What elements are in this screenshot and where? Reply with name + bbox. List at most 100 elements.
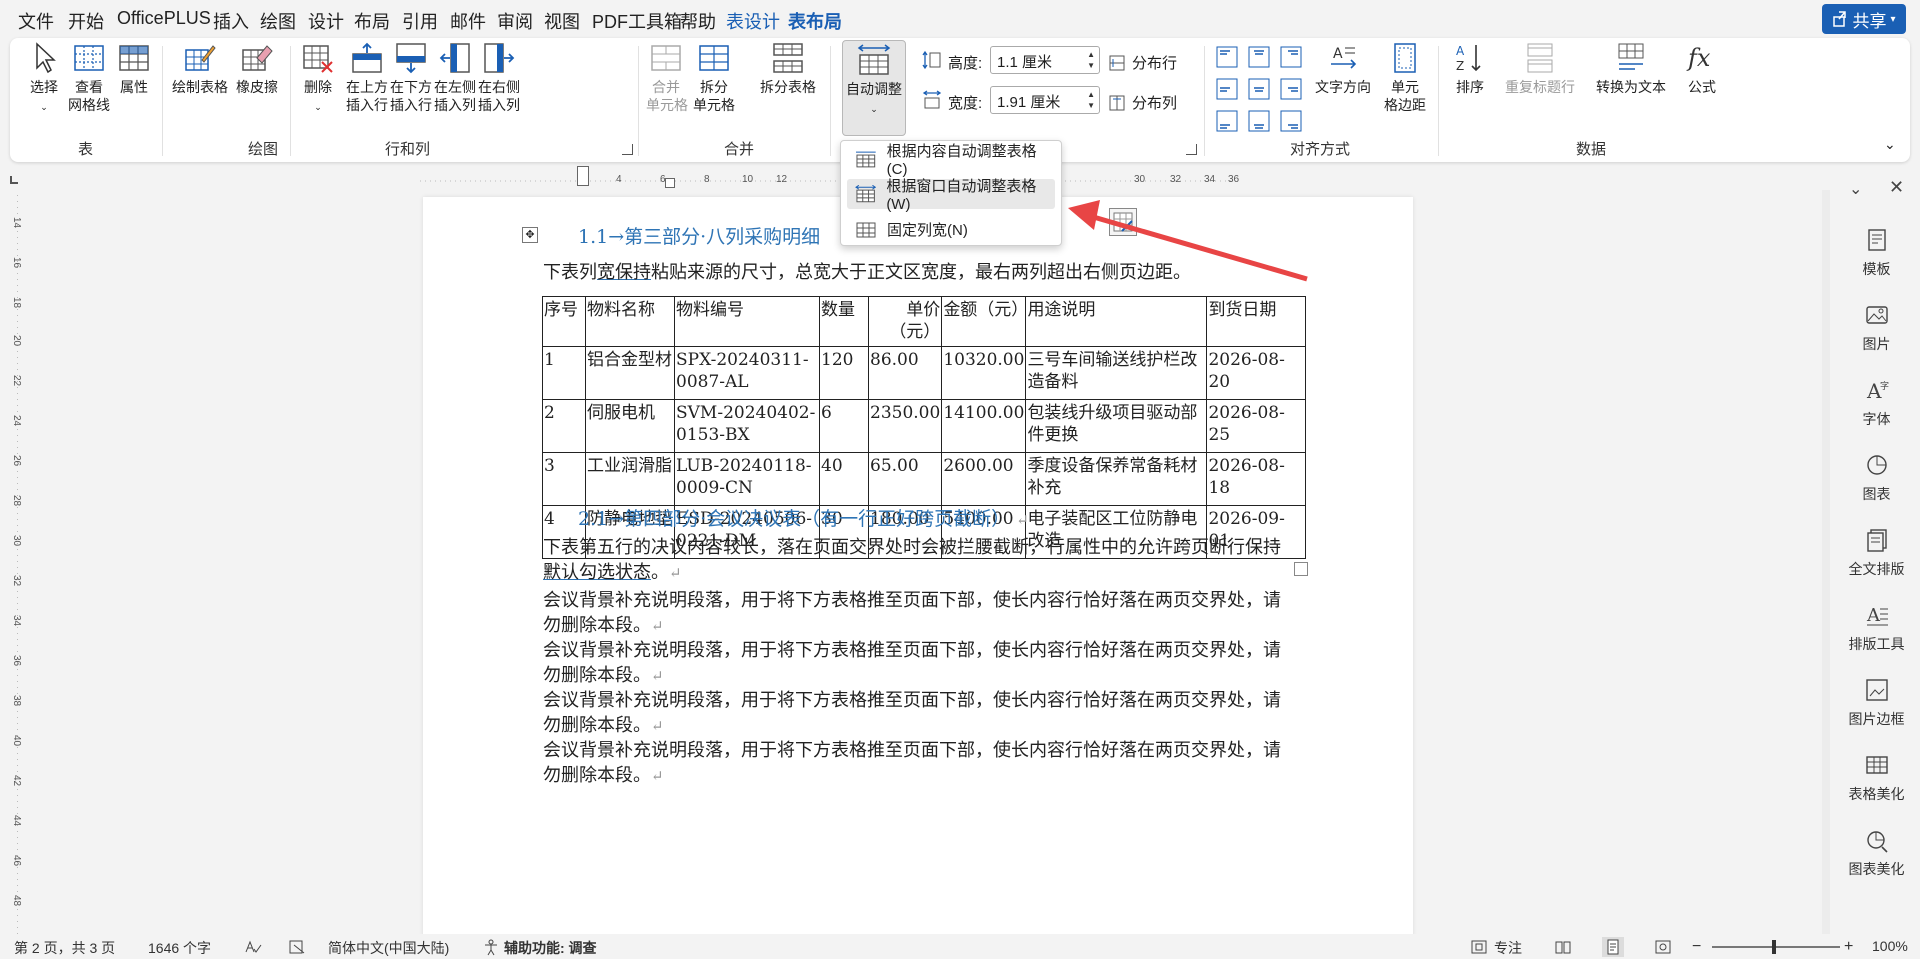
- table-cell[interactable]: SVM-20240402-0153-BX: [674, 399, 820, 453]
- insert-above-button[interactable]: 在上方 插入行: [344, 42, 390, 114]
- menu-layout[interactable]: 布局: [354, 8, 390, 34]
- select-button[interactable]: 选择 ⌄: [24, 42, 64, 116]
- split-cells-button[interactable]: 拆分 单元格: [692, 42, 736, 114]
- cell-margins-button[interactable]: 单元 格边距: [1380, 42, 1430, 114]
- table-header-cell[interactable]: 物料编号: [674, 296, 820, 347]
- panel-collapse-chevron-icon[interactable]: ⌄: [1849, 179, 1862, 199]
- menu-file[interactable]: 文件: [18, 8, 54, 34]
- table-header-cell[interactable]: 到货日期: [1206, 296, 1307, 347]
- sort-button[interactable]: AZ 排序: [1450, 42, 1490, 96]
- menu-design[interactable]: 设计: [308, 8, 344, 34]
- row-height-input[interactable]: 1.1 厘米 ▲ ▼: [990, 46, 1100, 74]
- accessibility-icon[interactable]: [482, 938, 500, 956]
- align-top-center-icon[interactable]: [1248, 46, 1270, 68]
- table-move-handle-icon[interactable]: ✥: [522, 227, 538, 243]
- menu-help[interactable]: 帮助: [680, 8, 716, 34]
- column-width-input[interactable]: 1.91 厘米 ▲ ▼: [990, 86, 1100, 114]
- table-header-cell[interactable]: 金额（元）: [941, 296, 1028, 347]
- table-header-cell[interactable]: 单价（元）: [867, 296, 943, 347]
- view-gridlines-button[interactable]: 查看 网格线: [64, 42, 114, 114]
- panel-item-full-layout[interactable]: 全文排版: [1833, 527, 1920, 579]
- merge-cells-button[interactable]: 合并 单元格: [646, 42, 688, 114]
- table-cell[interactable]: 季度设备保养常备耗材补充: [1025, 452, 1208, 506]
- menu-table-design[interactable]: 表设计: [726, 8, 780, 34]
- focus-mode-label[interactable]: 专注: [1494, 938, 1522, 958]
- word-count[interactable]: 1646 个字: [148, 938, 211, 958]
- table-cell[interactable]: 2026-08-18: [1206, 452, 1307, 506]
- menu-references[interactable]: 引用: [402, 8, 438, 34]
- track-changes-icon[interactable]: [288, 939, 306, 955]
- insert-below-button[interactable]: 在下方 插入行: [388, 42, 434, 114]
- panel-item-image-border[interactable]: 图片边框: [1833, 677, 1920, 729]
- table-cell[interactable]: 6: [819, 399, 869, 453]
- table-cell[interactable]: 2350.00: [867, 399, 943, 453]
- document-page[interactable]: 1.1→第三部分·八列采购明细 下表列宽保持粘贴来源的尺寸，总宽大于正文区宽度，…: [423, 197, 1413, 937]
- language[interactable]: 简体中文(中国大陆): [328, 938, 449, 958]
- accessibility-status[interactable]: 辅助功能: 调查: [504, 938, 597, 958]
- insert-left-button[interactable]: 在左侧 插入列: [432, 42, 478, 114]
- zoom-out-button[interactable]: −: [1692, 938, 1701, 956]
- panel-item-chart-beautify[interactable]: 图表美化: [1833, 827, 1920, 879]
- table-cell[interactable]: 40: [819, 452, 869, 506]
- zoom-level[interactable]: 100%: [1872, 938, 1908, 954]
- formula-button[interactable]: fx 公式: [1678, 42, 1726, 96]
- close-icon[interactable]: ✕: [1889, 177, 1904, 198]
- insert-right-button[interactable]: 在右侧 插入列: [476, 42, 522, 114]
- distribute-columns-button[interactable]: 分布列: [1108, 92, 1177, 113]
- align-middle-right-icon[interactable]: [1280, 78, 1302, 100]
- panel-item-layout-tools[interactable]: A 排版工具: [1833, 602, 1920, 654]
- table-header-cell[interactable]: 物料名称: [585, 296, 675, 347]
- table-cell[interactable]: 铝合金型材: [585, 346, 675, 400]
- web-layout-icon[interactable]: [1654, 939, 1672, 955]
- table-cell[interactable]: SPX-20240311-0087-AL: [674, 346, 820, 400]
- table-cell[interactable]: 包装线升级项目驱动部件更换: [1025, 399, 1208, 453]
- table-cell[interactable]: 10320.00: [941, 346, 1027, 400]
- align-bottom-left-icon[interactable]: [1216, 110, 1238, 132]
- zoom-slider-track[interactable]: [1712, 946, 1840, 948]
- read-mode-icon[interactable]: [1554, 939, 1572, 955]
- autofit-contents-option[interactable]: 根据内容自动调整表格(C): [847, 143, 1055, 178]
- autofit-window-option[interactable]: 根据窗口自动调整表格(W): [847, 178, 1055, 213]
- convert-to-text-button[interactable]: 转换为文本: [1588, 42, 1674, 96]
- table-cell[interactable]: LUB-20240118-0009-CN: [674, 452, 820, 506]
- tab-selector-icon[interactable]: [10, 176, 18, 184]
- rows-cols-dialog-launcher-icon[interactable]: [622, 144, 633, 155]
- zoom-in-button[interactable]: +: [1844, 938, 1853, 956]
- table-header-cell[interactable]: 数量: [819, 296, 869, 347]
- menu-review[interactable]: 审阅: [497, 8, 533, 34]
- panel-item-fonts[interactable]: A字 字体: [1833, 377, 1920, 429]
- spin-arrows-icon[interactable]: ▲ ▼: [1087, 49, 1095, 71]
- table-cell[interactable]: 86.00: [867, 346, 943, 400]
- menu-view[interactable]: 视图: [544, 8, 580, 34]
- table-cell[interactable]: 3: [542, 452, 586, 506]
- align-middle-left-icon[interactable]: [1216, 78, 1238, 100]
- vertical-ruler[interactable]: 14 16 18 20 22 24 26 28 30 32 34 36 38 4…: [8, 195, 28, 935]
- table-cell[interactable]: 1: [542, 346, 586, 400]
- align-top-left-icon[interactable]: [1216, 46, 1238, 68]
- share-button[interactable]: 共享 ▾: [1822, 4, 1906, 34]
- panel-item-charts[interactable]: 图表: [1833, 452, 1920, 504]
- menu-table-layout[interactable]: 表布局: [788, 8, 842, 41]
- print-layout-icon[interactable]: [1602, 937, 1624, 957]
- table-cell[interactable]: 伺服电机: [585, 399, 675, 453]
- collapse-ribbon-chevron-icon[interactable]: ⌄: [1884, 136, 1896, 153]
- fixed-column-width-option[interactable]: 固定列宽(N): [847, 214, 1055, 244]
- menu-draw[interactable]: 绘图: [260, 8, 296, 34]
- split-table-button[interactable]: 拆分表格: [756, 42, 820, 96]
- panel-item-table-beautify[interactable]: 表格美化: [1833, 752, 1920, 804]
- panel-item-images[interactable]: 图片: [1833, 302, 1920, 354]
- text-direction-button[interactable]: A 文字方向: [1310, 42, 1376, 96]
- autofit-button[interactable]: 自动调整 ⌄: [842, 40, 906, 136]
- menu-pdf-toolbox[interactable]: PDF工具箱: [592, 8, 682, 34]
- proofing-icon[interactable]: [244, 939, 262, 955]
- focus-mode-icon[interactable]: [1470, 939, 1488, 955]
- align-bottom-right-icon[interactable]: [1280, 110, 1302, 132]
- vertical-scrollbar[interactable]: [1822, 190, 1830, 934]
- distribute-rows-button[interactable]: 分布行: [1108, 52, 1177, 73]
- menu-mailings[interactable]: 邮件: [450, 8, 486, 34]
- table-resize-handle-icon[interactable]: [1294, 562, 1308, 576]
- page-count[interactable]: 第 2 页，共 3 页: [14, 938, 115, 958]
- table-header-cell[interactable]: 用途说明: [1025, 296, 1208, 347]
- cell-size-dialog-launcher-icon[interactable]: [1186, 144, 1197, 155]
- table-cell[interactable]: 2600.00: [941, 452, 1027, 506]
